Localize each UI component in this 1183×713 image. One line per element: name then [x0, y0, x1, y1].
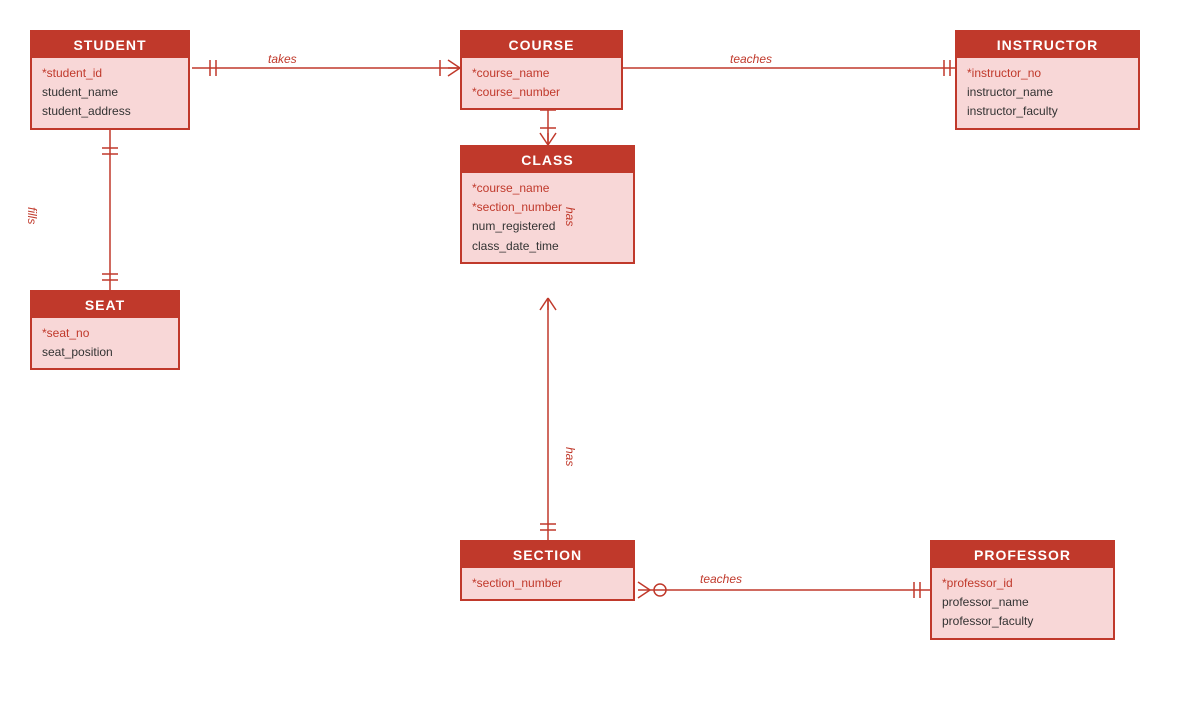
class-attr-3: num_registered: [472, 217, 623, 236]
class-header: CLASS: [462, 147, 633, 173]
professor-header: PROFESSOR: [932, 542, 1113, 568]
seat-attr-2: seat_position: [42, 343, 168, 362]
seat-attr-1: *seat_no: [42, 324, 168, 343]
student-attr-1: *student_id: [42, 64, 178, 83]
section-header: SECTION: [462, 542, 633, 568]
course-attr-2: *course_number: [472, 83, 611, 102]
student-attr-3: student_address: [42, 102, 178, 121]
instructor-attr-3: instructor_faculty: [967, 102, 1128, 121]
seat-entity: SEAT *seat_no seat_position: [30, 290, 180, 370]
instructor-attr-1: *instructor_no: [967, 64, 1128, 83]
section-attr-1: *section_number: [472, 574, 623, 593]
professor-attr-2: professor_name: [942, 593, 1103, 612]
class-body: *course_name *section_number num_registe…: [462, 173, 633, 262]
rel-teaches-instructor: teaches: [730, 52, 772, 66]
student-header: STUDENT: [32, 32, 188, 58]
section-entity: SECTION *section_number: [460, 540, 635, 601]
course-attr-1: *course_name: [472, 64, 611, 83]
class-attr-4: class_date_time: [472, 237, 623, 256]
instructor-header: INSTRUCTOR: [957, 32, 1138, 58]
course-entity: COURSE *course_name *course_number: [460, 30, 623, 110]
class-attr-1: *course_name: [472, 179, 623, 198]
rel-teaches-professor: teaches: [700, 572, 742, 586]
instructor-attr-2: instructor_name: [967, 83, 1128, 102]
student-entity: STUDENT *student_id student_name student…: [30, 30, 190, 130]
instructor-entity: INSTRUCTOR *instructor_no instructor_nam…: [955, 30, 1140, 130]
class-attr-2: *section_number: [472, 198, 623, 217]
course-body: *course_name *course_number: [462, 58, 621, 108]
rel-takes: takes: [268, 52, 297, 66]
professor-body: *professor_id professor_name professor_f…: [932, 568, 1113, 638]
seat-header: SEAT: [32, 292, 178, 318]
rel-has-section: has: [563, 447, 577, 466]
rel-fills: fills: [25, 207, 39, 224]
student-body: *student_id student_name student_address: [32, 58, 188, 128]
seat-body: *seat_no seat_position: [32, 318, 178, 368]
course-header: COURSE: [462, 32, 621, 58]
professor-attr-3: professor_faculty: [942, 612, 1103, 631]
professor-attr-1: *professor_id: [942, 574, 1103, 593]
rel-has-class: has: [563, 207, 577, 226]
student-attr-2: student_name: [42, 83, 178, 102]
section-body: *section_number: [462, 568, 633, 599]
professor-entity: PROFESSOR *professor_id professor_name p…: [930, 540, 1115, 640]
diagram-container: STUDENT *student_id student_name student…: [0, 0, 1183, 713]
instructor-body: *instructor_no instructor_name instructo…: [957, 58, 1138, 128]
class-entity: CLASS *course_name *section_number num_r…: [460, 145, 635, 264]
